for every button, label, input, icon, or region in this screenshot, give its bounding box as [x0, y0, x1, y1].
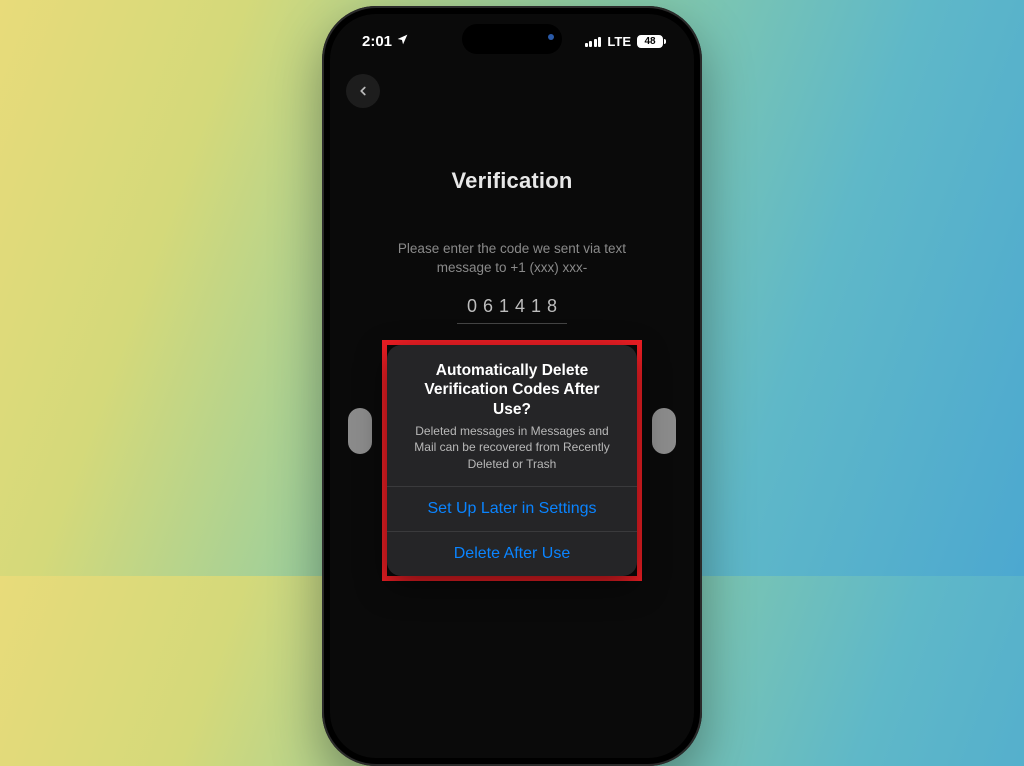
chevron-left-icon	[356, 84, 370, 98]
background-button-right	[652, 408, 676, 454]
background-button-left	[348, 408, 372, 454]
alert-title: Automatically Delete Verification Codes …	[387, 345, 637, 423]
camera-indicator-icon	[548, 34, 554, 40]
prompt-line-2: message to +1 (xxx) xxx-	[437, 260, 587, 275]
prompt-line-1: Please enter the code we sent via text	[398, 241, 626, 256]
back-button[interactable]	[346, 74, 380, 108]
verification-code-input[interactable]: 061418	[457, 296, 567, 324]
location-icon	[396, 33, 409, 50]
alert-title-line-1: Automatically Delete	[436, 362, 588, 379]
signal-icon	[585, 36, 602, 47]
battery-level: 48	[637, 35, 663, 48]
page-title: Verification	[330, 168, 694, 194]
battery-icon: 48	[637, 35, 666, 48]
phone-screen: 2:01 LTE 48 Verification	[330, 14, 694, 758]
alert-dialog: Automatically Delete Verification Codes …	[387, 345, 637, 576]
phone-frame: 2:01 LTE 48 Verification	[322, 6, 702, 766]
set-up-later-button[interactable]: Set Up Later in Settings	[387, 486, 637, 531]
network-label: LTE	[607, 34, 631, 49]
highlight-box: Automatically Delete Verification Codes …	[382, 340, 642, 581]
dynamic-island	[462, 24, 562, 54]
status-right: LTE 48	[585, 34, 666, 49]
verification-content: Verification Please enter the code we se…	[330, 58, 694, 324]
clock: 2:01	[362, 33, 392, 50]
alert-body: Deleted messages in Messages and Mail ca…	[387, 423, 637, 486]
alert-title-line-2: Verification Codes After Use?	[424, 381, 599, 417]
delete-after-use-button[interactable]: Delete After Use	[387, 531, 637, 576]
status-left: 2:01	[362, 33, 409, 50]
verification-prompt: Please enter the code we sent via text m…	[330, 240, 694, 278]
